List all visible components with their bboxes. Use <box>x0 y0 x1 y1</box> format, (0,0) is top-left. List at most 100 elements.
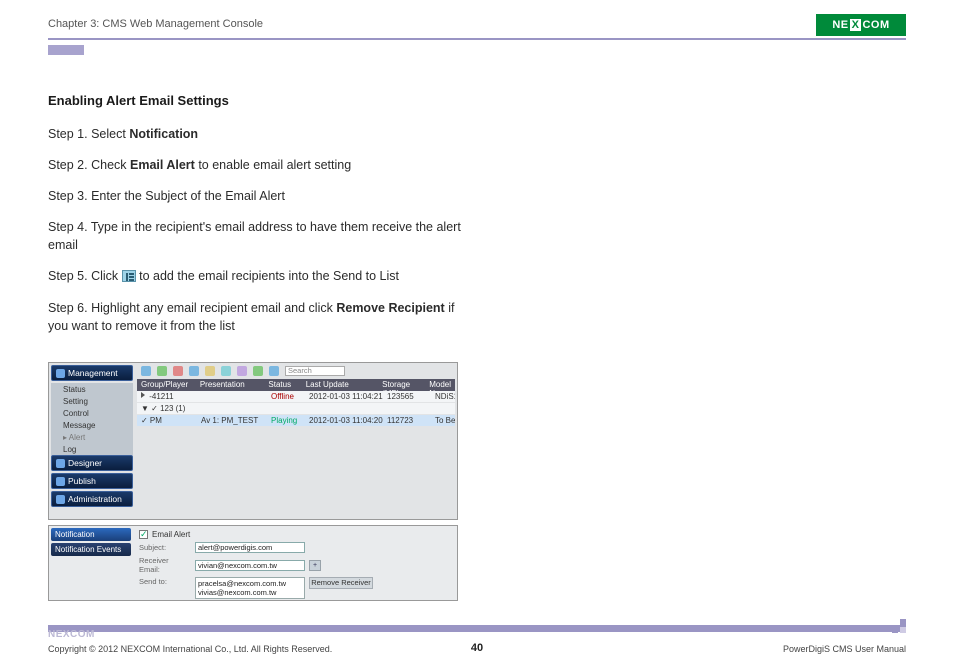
cell-mb: 123565 <box>383 392 431 401</box>
notification-tabs: Notification Notification Events <box>51 528 131 558</box>
step1-bold: Notification <box>129 127 198 141</box>
col-status[interactable]: Status <box>264 379 301 391</box>
step5-post: to add the email recipients into the Sen… <box>139 269 399 283</box>
email-alert-label: Email Alert <box>152 530 190 539</box>
receiver-input[interactable]: vivian@nexcom.com.tw <box>195 560 305 571</box>
logo-x: X <box>850 19 862 31</box>
email-alert-checkbox[interactable] <box>139 530 148 539</box>
footer-rule <box>48 625 906 632</box>
header-tab-mark <box>48 45 84 55</box>
step6-bold: Remove Recipient <box>336 301 444 315</box>
receiver-label: Receiver Email: <box>139 556 191 574</box>
tool-icon-5[interactable] <box>205 366 215 376</box>
table-row[interactable]: -41211 Offline 2012-01-03 11:04:21 12356… <box>137 391 455 403</box>
search-input[interactable]: Search <box>285 366 345 376</box>
col-lastupd[interactable]: Last Update <box>302 379 378 391</box>
tool-icon-2[interactable] <box>157 366 167 376</box>
table-row[interactable]: ✓ PM Av 1: PM_TEST Playing 2012-01-03 11… <box>137 415 455 427</box>
toolbar: Search <box>137 365 455 377</box>
sendto-label: Send to: <box>139 577 191 586</box>
nav-message[interactable]: Message <box>51 419 133 431</box>
footer-ornament <box>892 619 906 633</box>
cell-gp: -41211 <box>137 392 197 401</box>
nav-management[interactable]: Management <box>51 365 133 381</box>
search-icon[interactable] <box>269 366 279 376</box>
remove-receiver-button[interactable]: Remove Receiver <box>309 577 373 589</box>
step-6: Step 6. Highlight any email recipient em… <box>48 299 478 335</box>
step1-pre: Step 1. Select <box>48 127 129 141</box>
section-title: Enabling Alert Email Settings <box>48 92 478 111</box>
list-item[interactable]: pracelsa@nexcom.com.tw <box>198 579 302 588</box>
nav-designer[interactable]: Designer <box>51 455 133 471</box>
grid-rows: -41211 Offline 2012-01-03 11:04:21 12356… <box>137 391 455 427</box>
add-recipient-icon <box>122 270 136 282</box>
step-2: Step 2. Check Email Alert to enable emai… <box>48 156 478 174</box>
cell-lu: 2012-01-03 11:04:20 <box>305 416 383 425</box>
step5-pre: Step 5. Click <box>48 269 122 283</box>
screenshot-notification-form: Notification Notification Events Email A… <box>48 525 458 601</box>
header-rule <box>48 38 906 40</box>
tool-icon-7[interactable] <box>237 366 247 376</box>
logo-pre: NE <box>832 19 848 31</box>
cell-mn: NDiS1116 <box>431 392 455 401</box>
step2-pre: Step 2. Check <box>48 158 130 172</box>
add-recipient-button[interactable]: + <box>309 560 321 571</box>
nav-management-label: Management <box>68 368 118 378</box>
tool-icon-6[interactable] <box>221 366 231 376</box>
col-present[interactable]: Presentation <box>196 379 265 391</box>
nav-control[interactable]: Control <box>51 407 133 419</box>
tool-icon-1[interactable] <box>141 366 151 376</box>
nav-designer-label: Designer <box>68 458 102 468</box>
col-model[interactable]: Model Name <box>425 379 455 391</box>
cell-gp: ✓ PM <box>137 416 197 425</box>
cell-st: Playing <box>267 416 305 425</box>
sendto-list[interactable]: pracelsa@nexcom.com.tw vivias@nexcom.com… <box>195 577 305 599</box>
designer-icon <box>56 459 65 468</box>
nexcom-logo: NEXCOM <box>816 14 906 36</box>
nav-publish[interactable]: Publish <box>51 473 133 489</box>
chapter-title: Chapter 3: CMS Web Management Console <box>48 18 906 30</box>
cell-mn: To Be Filled By O.E.M. <box>431 416 455 425</box>
logo-post: COM <box>862 19 889 31</box>
nav-setting[interactable]: Setting <box>51 395 133 407</box>
sidebar: Management Status Setting Control Messag… <box>51 365 133 509</box>
cell-gp-text: -41211 <box>147 392 174 401</box>
list-item[interactable]: vivias@nexcom.com.tw <box>198 588 302 597</box>
step-3: Step 3. Enter the Subject of the Email A… <box>48 187 478 205</box>
tool-icon-4[interactable] <box>189 366 199 376</box>
col-storage[interactable]: Storage (MB) <box>378 379 425 391</box>
nav-alert[interactable]: ▸ Alert <box>51 431 133 443</box>
step2-bold: Email Alert <box>130 158 195 172</box>
table-row[interactable]: ▼ ✓ 123 (1) <box>137 403 455 415</box>
footer-logo: NEXCOM <box>48 629 95 640</box>
screenshot-management-grid: Management Status Setting Control Messag… <box>48 362 458 520</box>
management-icon <box>56 369 65 378</box>
expand-icon[interactable] <box>141 392 145 398</box>
subject-input[interactable]: alert@powerdigis.com <box>195 542 305 553</box>
nav-log[interactable]: Log <box>51 443 133 455</box>
cell-st: Offline <box>267 392 305 401</box>
admin-icon <box>56 495 65 504</box>
step2-post: to enable email alert setting <box>195 158 351 172</box>
tool-icon-8[interactable] <box>253 366 263 376</box>
cell-lu: 2012-01-03 11:04:21 <box>305 392 383 401</box>
grid-header: Group/Player Presentation Status Last Up… <box>137 379 455 391</box>
publish-icon <box>56 477 65 486</box>
nav-admin-label: Administration <box>68 494 122 504</box>
step-1: Step 1. Select Notification <box>48 125 478 143</box>
subject-label: Subject: <box>139 543 191 552</box>
cell-gp: ▼ ✓ 123 (1) <box>137 404 197 413</box>
cell-pr: Av 1: PM_TEST <box>197 416 267 425</box>
step6-pre: Step 6. Highlight any email recipient em… <box>48 301 336 315</box>
footer-manual-title: PowerDigiS CMS User Manual <box>783 644 906 654</box>
tool-icon-3[interactable] <box>173 366 183 376</box>
notification-form: Email Alert Subject: alert@powerdigis.co… <box>139 530 453 602</box>
cell-mb: 112723 <box>383 416 431 425</box>
tab-notification-events[interactable]: Notification Events <box>51 543 131 556</box>
step-4: Step 4. Type in the recipient's email ad… <box>48 218 478 254</box>
nav-status[interactable]: Status <box>51 383 133 395</box>
nav-admin[interactable]: Administration <box>51 491 133 507</box>
col-group[interactable]: Group/Player <box>137 379 196 391</box>
step-5: Step 5. Click to add the email recipient… <box>48 267 478 285</box>
tab-notification[interactable]: Notification <box>51 528 131 541</box>
